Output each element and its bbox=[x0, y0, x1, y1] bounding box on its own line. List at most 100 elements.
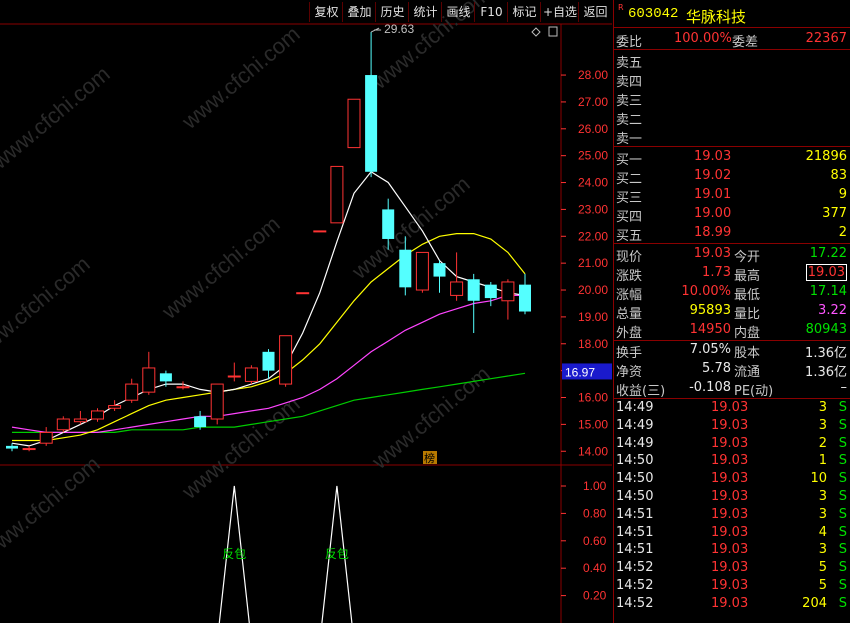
chart-toolbar: 复权 叠加 历史 统计 画线 F10 标记 +自选 返回 bbox=[0, 0, 612, 24]
toolbar-button-1[interactable]: 叠加 bbox=[342, 2, 376, 22]
candle-body-up[interactable] bbox=[125, 383, 139, 401]
window-toggle-icon[interactable] bbox=[548, 26, 558, 37]
indicator-tick-label: 0.60 bbox=[583, 534, 607, 548]
toolbar-button-8[interactable]: 返回 bbox=[578, 2, 612, 22]
candle-body-up[interactable] bbox=[142, 367, 156, 393]
candle-body-down[interactable] bbox=[365, 75, 378, 172]
buy-label: 买五 bbox=[616, 229, 643, 244]
toolbar-button-2[interactable]: 历史 bbox=[375, 2, 409, 22]
watermark-text: www.cfchi.com bbox=[156, 211, 284, 324]
tick-time: 14:52 bbox=[616, 560, 654, 576]
stat-label: 最高 bbox=[734, 269, 761, 284]
toolbar-button-6[interactable]: 标记 bbox=[507, 2, 541, 22]
indicator-tick-label: 1.00 bbox=[583, 479, 607, 493]
candle-body-up[interactable] bbox=[39, 431, 53, 444]
wei-bi-label: 委比 bbox=[616, 35, 643, 50]
stat-label: 涨幅 bbox=[616, 288, 643, 303]
candle-body-up[interactable] bbox=[210, 383, 224, 420]
candle-body-down[interactable] bbox=[433, 263, 446, 277]
candle-body-down[interactable] bbox=[194, 416, 207, 428]
tick-time: 14:49 bbox=[616, 417, 654, 433]
panel-separator bbox=[614, 49, 850, 50]
toolbar-button-7[interactable]: +自选 bbox=[540, 2, 579, 22]
stat-value: 17.22 bbox=[809, 246, 847, 261]
tick-time: 14:51 bbox=[616, 524, 654, 540]
watermark-text: www.cfchi.com bbox=[0, 251, 95, 364]
candle-body-down[interactable] bbox=[262, 351, 275, 371]
candle-body-down[interactable] bbox=[484, 284, 497, 299]
price-tick-label: 16.00 bbox=[578, 391, 608, 405]
stat-value: 1.73 bbox=[702, 265, 731, 280]
trade-tick-row: 14:52 19.03 5 S bbox=[614, 577, 850, 596]
toolbar-button-5[interactable]: F10 bbox=[474, 2, 508, 22]
trade-tick-row: 14:52 19.03 204 S bbox=[614, 595, 850, 614]
candle-body-up[interactable] bbox=[450, 281, 464, 296]
stat-label: 净资 bbox=[616, 365, 643, 380]
price-tick-label: 27.00 bbox=[578, 95, 608, 109]
kline-chart[interactable]: www.cfchi.com www.cfchi.com www.cfchi.com w… bbox=[0, 0, 612, 623]
rank-marker[interactable]: 榜 bbox=[424, 451, 435, 465]
candle-body-up[interactable] bbox=[501, 281, 515, 302]
stat-label: 外盘 bbox=[616, 326, 643, 341]
candle-body-down[interactable] bbox=[519, 284, 531, 312]
panel-separator bbox=[614, 146, 850, 147]
buy-price: 19.03 bbox=[694, 149, 732, 164]
price-tick-label: 21.00 bbox=[578, 256, 608, 270]
buy-level-4: 买四 19.00 377 bbox=[614, 205, 850, 225]
signal-label: 反包 bbox=[325, 547, 349, 561]
candle-body-up[interactable] bbox=[330, 165, 344, 224]
buy-price: 19.00 bbox=[694, 206, 732, 221]
stock-name: 华脉科技 bbox=[686, 8, 747, 26]
stat-label: 股本 bbox=[734, 346, 761, 361]
tick-side: S bbox=[838, 400, 847, 415]
tick-side: S bbox=[838, 453, 847, 469]
stat-row-3: 总量 95893 量比 3.22 bbox=[614, 302, 850, 322]
toolbar-button-3[interactable]: 统计 bbox=[408, 2, 442, 22]
candle-body-up[interactable] bbox=[176, 386, 190, 389]
stat-value: 17.14 bbox=[809, 284, 847, 299]
panel-separator bbox=[614, 243, 850, 244]
candle-body-down[interactable] bbox=[382, 209, 395, 239]
tick-volume: 1 bbox=[818, 453, 827, 469]
candle-body-up[interactable] bbox=[227, 375, 241, 378]
stat-row-4: 外盘 14950 内盘 80943 bbox=[614, 321, 850, 341]
candle-body-up[interactable] bbox=[313, 230, 327, 233]
candle-body-up[interactable] bbox=[244, 367, 258, 382]
candle-body-up[interactable] bbox=[347, 98, 361, 149]
tick-side: S bbox=[838, 595, 847, 611]
toolbar-button-0[interactable]: 复权 bbox=[309, 2, 343, 22]
tick-side: S bbox=[838, 578, 847, 593]
tick-time: 14:49 bbox=[616, 435, 654, 451]
sell-label: 卖三 bbox=[616, 94, 643, 109]
tick-price: 19.03 bbox=[711, 560, 749, 576]
candle-body-down[interactable] bbox=[159, 373, 172, 382]
candle-body-up[interactable] bbox=[91, 410, 104, 420]
candle-body-up[interactable] bbox=[108, 405, 122, 409]
watermark-text: www.cfchi.com bbox=[0, 61, 115, 174]
tick-volume: 4 bbox=[818, 524, 827, 540]
candle-body-up[interactable] bbox=[22, 448, 36, 451]
wei-cha-label: 委差 bbox=[732, 35, 759, 50]
stat-value: 1.36亿 bbox=[805, 365, 847, 380]
candle-body-up[interactable] bbox=[279, 335, 293, 385]
candle-body-up[interactable] bbox=[415, 251, 429, 291]
sell-label: 卖一 bbox=[616, 132, 643, 147]
stat-value: 19.03 bbox=[693, 246, 731, 261]
candle-body-down[interactable] bbox=[467, 279, 480, 301]
stat-label: 最低 bbox=[734, 288, 761, 303]
candle-body-up[interactable] bbox=[73, 418, 87, 423]
stat-label: 换手 bbox=[616, 346, 643, 361]
tick-price: 19.03 bbox=[711, 578, 749, 593]
sell-level-2: 卖二 bbox=[614, 108, 850, 128]
candle-body-down[interactable] bbox=[6, 445, 18, 449]
tick-volume: 5 bbox=[818, 578, 827, 593]
candle-body-up[interactable] bbox=[296, 292, 310, 295]
stat-row-1: 涨跌 1.73 最高 19.03 bbox=[614, 264, 850, 284]
diamond-icon[interactable] bbox=[531, 27, 541, 37]
tick-side: S bbox=[838, 560, 847, 576]
candle-body-up[interactable] bbox=[56, 418, 70, 431]
toolbar-button-4[interactable]: 画线 bbox=[441, 2, 475, 22]
price-tick-label: 28.00 bbox=[578, 68, 608, 82]
candle-body-down[interactable] bbox=[399, 249, 412, 288]
stat-label: 现价 bbox=[616, 250, 643, 265]
